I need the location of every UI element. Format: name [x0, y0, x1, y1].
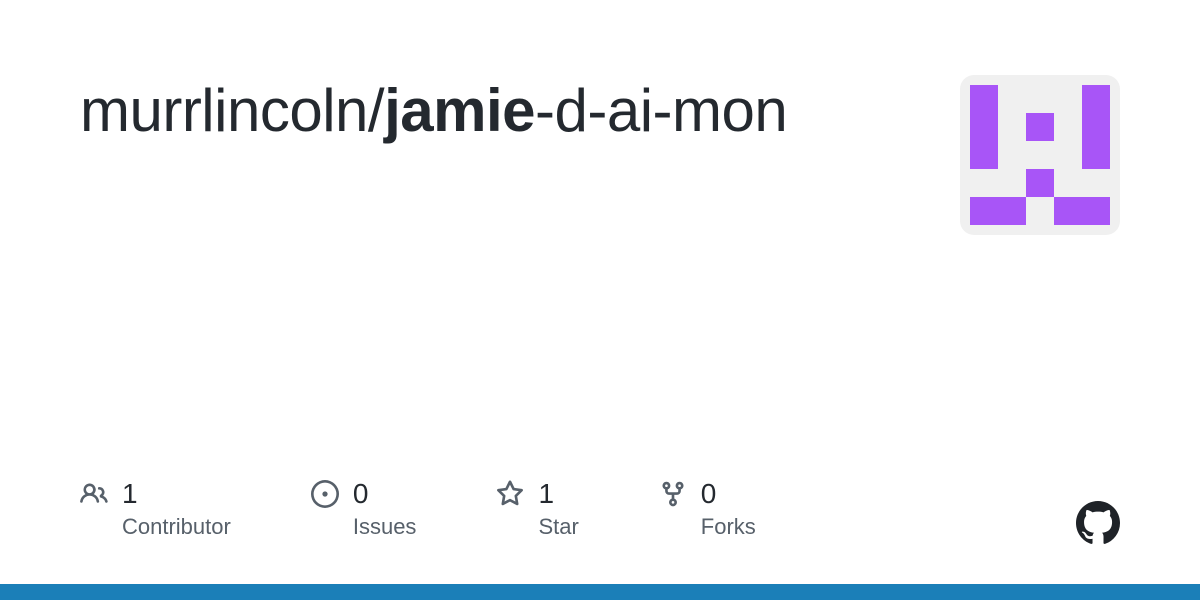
header-row: murrlincoln/jamie-d-ai-mon — [80, 75, 1120, 235]
repo-name-bold: jamie — [384, 77, 535, 144]
repo-avatar — [960, 75, 1120, 235]
forks-count: 0 — [701, 478, 717, 510]
issues-label: Issues — [353, 514, 417, 540]
repo-title: murrlincoln/jamie-d-ai-mon — [80, 75, 787, 147]
repo-owner: murrlincoln — [80, 77, 368, 144]
card-container: murrlincoln/jamie-d-ai-mon — [0, 0, 1200, 600]
people-icon — [80, 480, 108, 508]
contributors-count: 1 — [122, 478, 138, 510]
identicon-icon — [970, 85, 1110, 225]
repo-name-rest: -d-ai-mon — [535, 77, 787, 144]
contributors-label: Contributor — [122, 514, 231, 540]
stat-issues[interactable]: 0 Issues — [311, 478, 417, 540]
forks-label: Forks — [701, 514, 756, 540]
fork-icon — [659, 480, 687, 508]
stats-row: 1 Contributor 0 Issues 1 Star — [80, 478, 756, 540]
accent-bar — [0, 584, 1200, 600]
stat-forks[interactable]: 0 Forks — [659, 478, 756, 540]
stat-contributors[interactable]: 1 Contributor — [80, 478, 231, 540]
stars-count: 1 — [538, 478, 554, 510]
star-icon — [496, 480, 524, 508]
stars-label: Star — [538, 514, 578, 540]
issue-icon — [311, 480, 339, 508]
github-logo-icon — [1076, 501, 1120, 545]
stat-stars[interactable]: 1 Star — [496, 478, 578, 540]
issues-count: 0 — [353, 478, 369, 510]
